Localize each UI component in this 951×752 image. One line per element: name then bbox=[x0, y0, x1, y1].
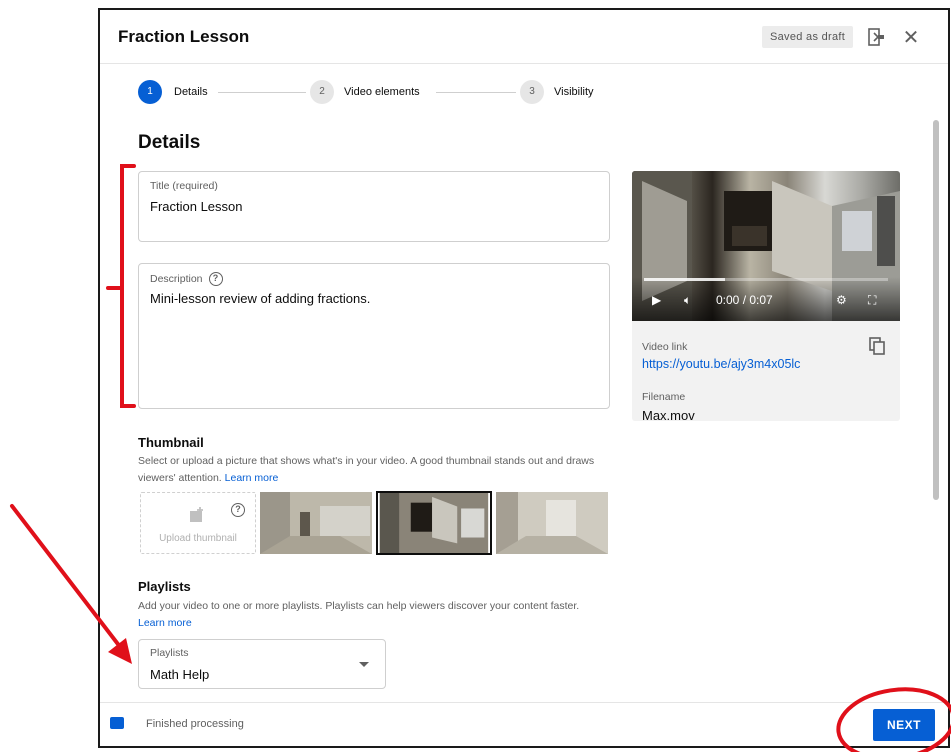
upload-thumbnail-label: Upload thumbnail bbox=[159, 533, 237, 544]
playlists-description: Add your video to one or more playlists.… bbox=[138, 600, 580, 612]
settings-gear-icon[interactable]: ⚙ bbox=[836, 293, 847, 307]
title-field-label: Title (required) bbox=[150, 180, 218, 192]
upload-dialog: Fraction Lesson Saved as draft ✕ 1 Detai… bbox=[98, 8, 950, 748]
play-icon[interactable]: ▶ bbox=[652, 293, 661, 307]
step-1-label[interactable]: Details bbox=[174, 86, 208, 98]
fullscreen-icon[interactable]: ⛶ bbox=[868, 293, 876, 308]
playlists-learn-more-link[interactable]: Learn more bbox=[138, 615, 192, 632]
step-1-number[interactable]: 1 bbox=[138, 80, 162, 104]
step-divider bbox=[218, 92, 306, 93]
exit-icon[interactable] bbox=[863, 24, 889, 50]
title-field[interactable]: Title (required) Fraction Lesson bbox=[138, 171, 610, 242]
thumbnail-option-selected[interactable] bbox=[376, 491, 492, 555]
video-link[interactable]: https://youtu.be/ajy3m4x05lc bbox=[642, 357, 800, 371]
playlists-select-label: Playlists bbox=[150, 647, 189, 659]
title-field-value[interactable]: Fraction Lesson bbox=[150, 199, 243, 214]
thumbnail-description-text: Select or upload a picture that shows wh… bbox=[138, 455, 595, 484]
help-icon[interactable]: ? bbox=[208, 272, 223, 286]
description-field-value[interactable]: Mini-lesson review of adding fractions. bbox=[150, 291, 370, 306]
step-3-label[interactable]: Visibility bbox=[554, 86, 594, 98]
filename-value: Max.mov bbox=[642, 408, 695, 421]
copy-icon[interactable] bbox=[868, 337, 886, 355]
chevron-down-icon bbox=[359, 662, 369, 667]
processing-status: Finished processing bbox=[146, 718, 244, 730]
next-button[interactable]: NEXT bbox=[873, 709, 935, 741]
video-progress[interactable] bbox=[644, 278, 888, 281]
thumbnail-option[interactable] bbox=[260, 492, 372, 554]
video-link-label: Video link bbox=[642, 341, 688, 353]
description-field[interactable]: Description? Mini-lesson review of addin… bbox=[138, 263, 610, 409]
filename-label: Filename bbox=[642, 391, 686, 403]
video-preview-card: ▶ 🔈︎ 0:00 / 0:07 ⚙ ⛶ Video link https://… bbox=[632, 171, 900, 421]
description-label-text: Description bbox=[150, 272, 203, 285]
processing-hd-icon bbox=[110, 717, 124, 729]
help-icon[interactable]: ? bbox=[231, 503, 245, 517]
video-player[interactable]: ▶ 🔈︎ 0:00 / 0:07 ⚙ ⛶ bbox=[632, 171, 900, 321]
close-icon[interactable]: ✕ bbox=[898, 24, 924, 50]
step-divider bbox=[436, 92, 516, 93]
step-3-number[interactable]: 3 bbox=[520, 80, 544, 104]
playlists-select[interactable]: Playlists Math Help bbox=[138, 639, 386, 689]
upload-thumbnail-button[interactable]: ? Upload thumbnail bbox=[140, 492, 256, 554]
dialog-footer: Finished processing NEXT bbox=[100, 702, 948, 746]
thumbnail-learn-more-link[interactable]: Learn more bbox=[225, 472, 279, 484]
thumbnail-heading: Thumbnail bbox=[138, 435, 204, 450]
add-photo-icon bbox=[190, 507, 203, 522]
dialog-header: Fraction Lesson Saved as draft ✕ bbox=[100, 10, 948, 64]
dialog-title: Fraction Lesson bbox=[118, 27, 250, 46]
details-heading: Details bbox=[138, 132, 201, 153]
scrollbar[interactable] bbox=[933, 120, 939, 500]
step-2-number[interactable]: 2 bbox=[310, 80, 334, 104]
video-time: 0:00 / 0:07 bbox=[716, 293, 773, 307]
playlists-select-value: Math Help bbox=[150, 667, 210, 682]
video-progress-fill bbox=[644, 278, 725, 281]
volume-icon[interactable]: 🔈︎ bbox=[684, 293, 691, 308]
saved-draft-badge: Saved as draft bbox=[762, 26, 854, 48]
step-2-label[interactable]: Video elements bbox=[344, 86, 420, 98]
thumbnail-description: Select or upload a picture that shows wh… bbox=[138, 453, 618, 487]
playlists-heading: Playlists bbox=[138, 579, 191, 594]
description-field-label: Description? bbox=[150, 272, 223, 286]
thumbnail-option[interactable] bbox=[496, 492, 608, 554]
